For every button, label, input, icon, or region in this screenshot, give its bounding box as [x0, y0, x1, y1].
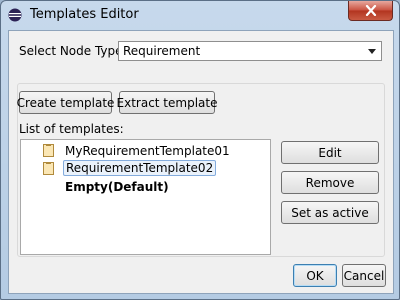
- create-template-button[interactable]: Create template: [17, 91, 114, 114]
- chevron-down-icon: [368, 49, 376, 54]
- title-bar[interactable]: Templates Editor: [1, 1, 399, 29]
- eclipse-icon: [8, 8, 22, 22]
- templates-list[interactable]: MyRequirementTemplate01 RequirementTempl…: [20, 139, 271, 255]
- templates-editor-window: Templates Editor Select Node Type Requir…: [0, 0, 400, 300]
- list-item-label: Empty(Default): [65, 180, 169, 194]
- node-type-label: Select Node Type: [19, 44, 123, 58]
- ok-button[interactable]: OK: [293, 264, 337, 287]
- edit-button[interactable]: Edit: [281, 141, 379, 164]
- dialog-content: Select Node Type Requirement Create temp…: [8, 30, 394, 294]
- cancel-button[interactable]: Cancel: [342, 264, 386, 287]
- list-item-label: MyRequirementTemplate01: [65, 144, 230, 158]
- node-type-select[interactable]: Requirement: [118, 41, 382, 61]
- templates-list-label: List of templates:: [19, 122, 124, 136]
- document-icon: [43, 162, 54, 175]
- remove-button[interactable]: Remove: [281, 171, 379, 194]
- extract-template-button[interactable]: Extract template: [117, 91, 217, 114]
- set-as-active-button[interactable]: Set as active: [281, 201, 379, 224]
- list-item-label: RequirementTemplate02: [63, 160, 217, 176]
- node-type-value: Requirement: [123, 44, 201, 58]
- close-button[interactable]: [348, 1, 393, 21]
- close-icon: [365, 5, 376, 16]
- document-icon: [43, 144, 54, 157]
- window-title: Templates Editor: [30, 7, 139, 22]
